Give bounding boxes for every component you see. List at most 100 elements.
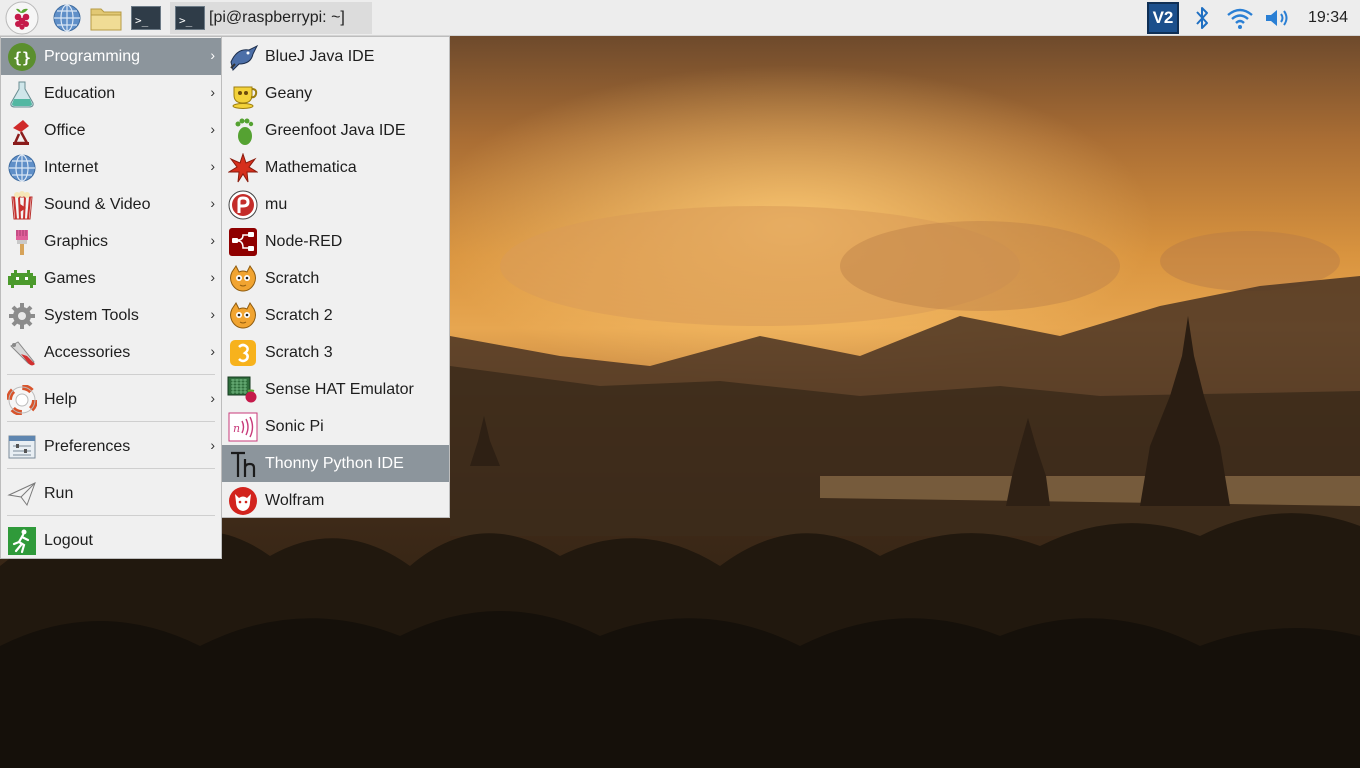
vnc-server-button[interactable]: V2 xyxy=(1145,0,1181,36)
menu-item-label: Preferences xyxy=(44,437,131,455)
submenu-item-mu[interactable]: mu xyxy=(222,186,449,223)
submenu-item-label: Sonic Pi xyxy=(265,417,324,435)
file-manager-button[interactable] xyxy=(88,0,124,36)
submenu-arrow-icon: › xyxy=(210,343,215,359)
submenu-item-label: Mathematica xyxy=(265,158,357,176)
menu-item-education[interactable]: Education › xyxy=(1,75,221,112)
submenu-arrow-icon: › xyxy=(210,195,215,211)
internet-icon xyxy=(6,152,38,184)
submenu-item-mathematica[interactable]: Mathematica xyxy=(222,149,449,186)
menu-item-games[interactable]: Games › xyxy=(1,260,221,297)
mu-icon xyxy=(227,189,259,221)
svg-text:{}: {} xyxy=(13,49,31,67)
bluej-icon xyxy=(227,41,259,73)
menu-item-label: Graphics xyxy=(44,232,109,250)
submenu-item-label: Sense HAT Emulator xyxy=(265,380,414,398)
terminal-launcher-button[interactable]: >_ xyxy=(129,0,163,36)
menu-item-office[interactable]: Office › xyxy=(1,112,221,149)
submenu-item-scratch[interactable]: Scratch xyxy=(222,260,449,297)
submenu-item-label: Scratch 3 xyxy=(265,343,333,361)
folder-icon xyxy=(90,8,122,31)
geany-icon xyxy=(227,78,259,110)
menu-item-programming[interactable]: {} Programming › xyxy=(1,38,221,75)
system-tools-icon xyxy=(6,300,38,332)
submenu-arrow-icon: › xyxy=(210,84,215,100)
submenu-item-node-red[interactable]: Node-RED xyxy=(222,223,449,260)
taskbar-window-terminal[interactable]: >_ [pi@raspberrypi: ~] xyxy=(170,2,372,34)
submenu-item-scratch-2[interactable]: Scratch 2 xyxy=(222,297,449,334)
submenu-arrow-icon: › xyxy=(210,47,215,63)
menu-separator xyxy=(7,468,215,469)
terminal-icon: >_ xyxy=(131,6,161,30)
node-red-icon xyxy=(227,226,259,258)
menu-item-run[interactable]: Run xyxy=(1,475,221,512)
submenu-item-thonny[interactable]: Thonny Python IDE xyxy=(222,445,449,482)
submenu-item-wolfram[interactable]: Wolfram xyxy=(222,482,449,519)
graphics-icon xyxy=(6,226,38,258)
menu-separator xyxy=(7,374,215,375)
submenu-item-geany[interactable]: Geany xyxy=(222,75,449,112)
office-icon xyxy=(6,115,38,147)
submenu-item-greenfoot[interactable]: Greenfoot Java IDE xyxy=(222,112,449,149)
top-panel: >_ >_ [pi@raspberrypi: ~] V2 19:34 xyxy=(0,0,1360,36)
menu-item-system-tools[interactable]: System Tools › xyxy=(1,297,221,334)
education-icon xyxy=(6,78,38,110)
submenu-arrow-icon: › xyxy=(210,269,215,285)
terminal-icon: >_ xyxy=(175,6,205,30)
menu-item-logout[interactable]: Logout xyxy=(1,522,221,559)
menu-item-graphics[interactable]: Graphics › xyxy=(1,223,221,260)
submenu-item-label: Wolfram xyxy=(265,491,325,509)
menu-item-internet[interactable]: Internet › xyxy=(1,149,221,186)
vnc-icon: V2 xyxy=(1147,2,1179,34)
taskbar-window-title: [pi@raspberrypi: ~] xyxy=(209,9,345,26)
volume-button[interactable] xyxy=(1262,0,1294,36)
submenu-arrow-icon: › xyxy=(210,158,215,174)
help-icon xyxy=(6,384,38,416)
menu-item-label: System Tools xyxy=(44,306,139,324)
wolfram-icon xyxy=(227,485,259,517)
logout-icon xyxy=(6,525,38,557)
menu-item-label: Games xyxy=(44,269,96,287)
globe-icon xyxy=(53,4,81,32)
bluetooth-button[interactable] xyxy=(1188,0,1216,36)
submenu-item-sonic-pi[interactable]: п Sonic Pi xyxy=(222,408,449,445)
submenu-item-label: Thonny Python IDE xyxy=(265,454,404,472)
submenu-arrow-icon: › xyxy=(210,390,215,406)
sound-video-icon xyxy=(6,189,38,221)
submenu-arrow-icon: › xyxy=(210,306,215,322)
scratch2-icon xyxy=(227,300,259,332)
submenu-item-scratch-3[interactable]: Scratch 3 xyxy=(222,334,449,371)
thonny-icon xyxy=(227,448,259,480)
menu-item-preferences[interactable]: Preferences › xyxy=(1,428,221,465)
application-menu: {} Programming › Education › Office › In… xyxy=(0,36,222,559)
menu-item-label: Sound & Video xyxy=(44,195,151,213)
speaker-icon xyxy=(1266,10,1288,26)
bluetooth-icon xyxy=(1196,7,1208,29)
programming-submenu: BlueJ Java IDE Geany Greenfoot Java IDE … xyxy=(221,36,450,518)
wifi-button[interactable] xyxy=(1224,0,1256,36)
submenu-item-bluej[interactable]: BlueJ Java IDE xyxy=(222,38,449,75)
sense-hat-icon xyxy=(227,374,259,406)
submenu-item-label: mu xyxy=(265,195,288,213)
raspberry-menu-button[interactable] xyxy=(3,0,41,36)
menu-item-help[interactable]: Help › xyxy=(1,381,221,418)
web-browser-button[interactable] xyxy=(51,0,83,36)
submenu-item-label: Scratch xyxy=(265,269,320,287)
wifi-icon xyxy=(1227,8,1253,29)
menu-item-label: Education xyxy=(44,84,116,102)
menu-item-label: Programming xyxy=(44,47,141,65)
svg-text:п: п xyxy=(233,422,240,435)
submenu-arrow-icon: › xyxy=(210,232,215,248)
menu-item-sound-video[interactable]: Sound & Video › xyxy=(1,186,221,223)
submenu-item-label: Greenfoot Java IDE xyxy=(265,121,406,139)
clock[interactable]: 19:34 xyxy=(1300,0,1356,36)
menu-item-accessories[interactable]: Accessories › xyxy=(1,334,221,371)
programming-icon: {} xyxy=(6,41,38,73)
submenu-item-sense-hat[interactable]: Sense HAT Emulator xyxy=(222,371,449,408)
submenu-item-label: Geany xyxy=(265,84,313,102)
sonic-pi-icon: п xyxy=(227,411,259,443)
menu-item-label: Internet xyxy=(44,158,99,176)
scratch3-icon xyxy=(227,337,259,369)
submenu-item-label: Node-RED xyxy=(265,232,343,250)
menu-item-label: Logout xyxy=(44,531,93,549)
